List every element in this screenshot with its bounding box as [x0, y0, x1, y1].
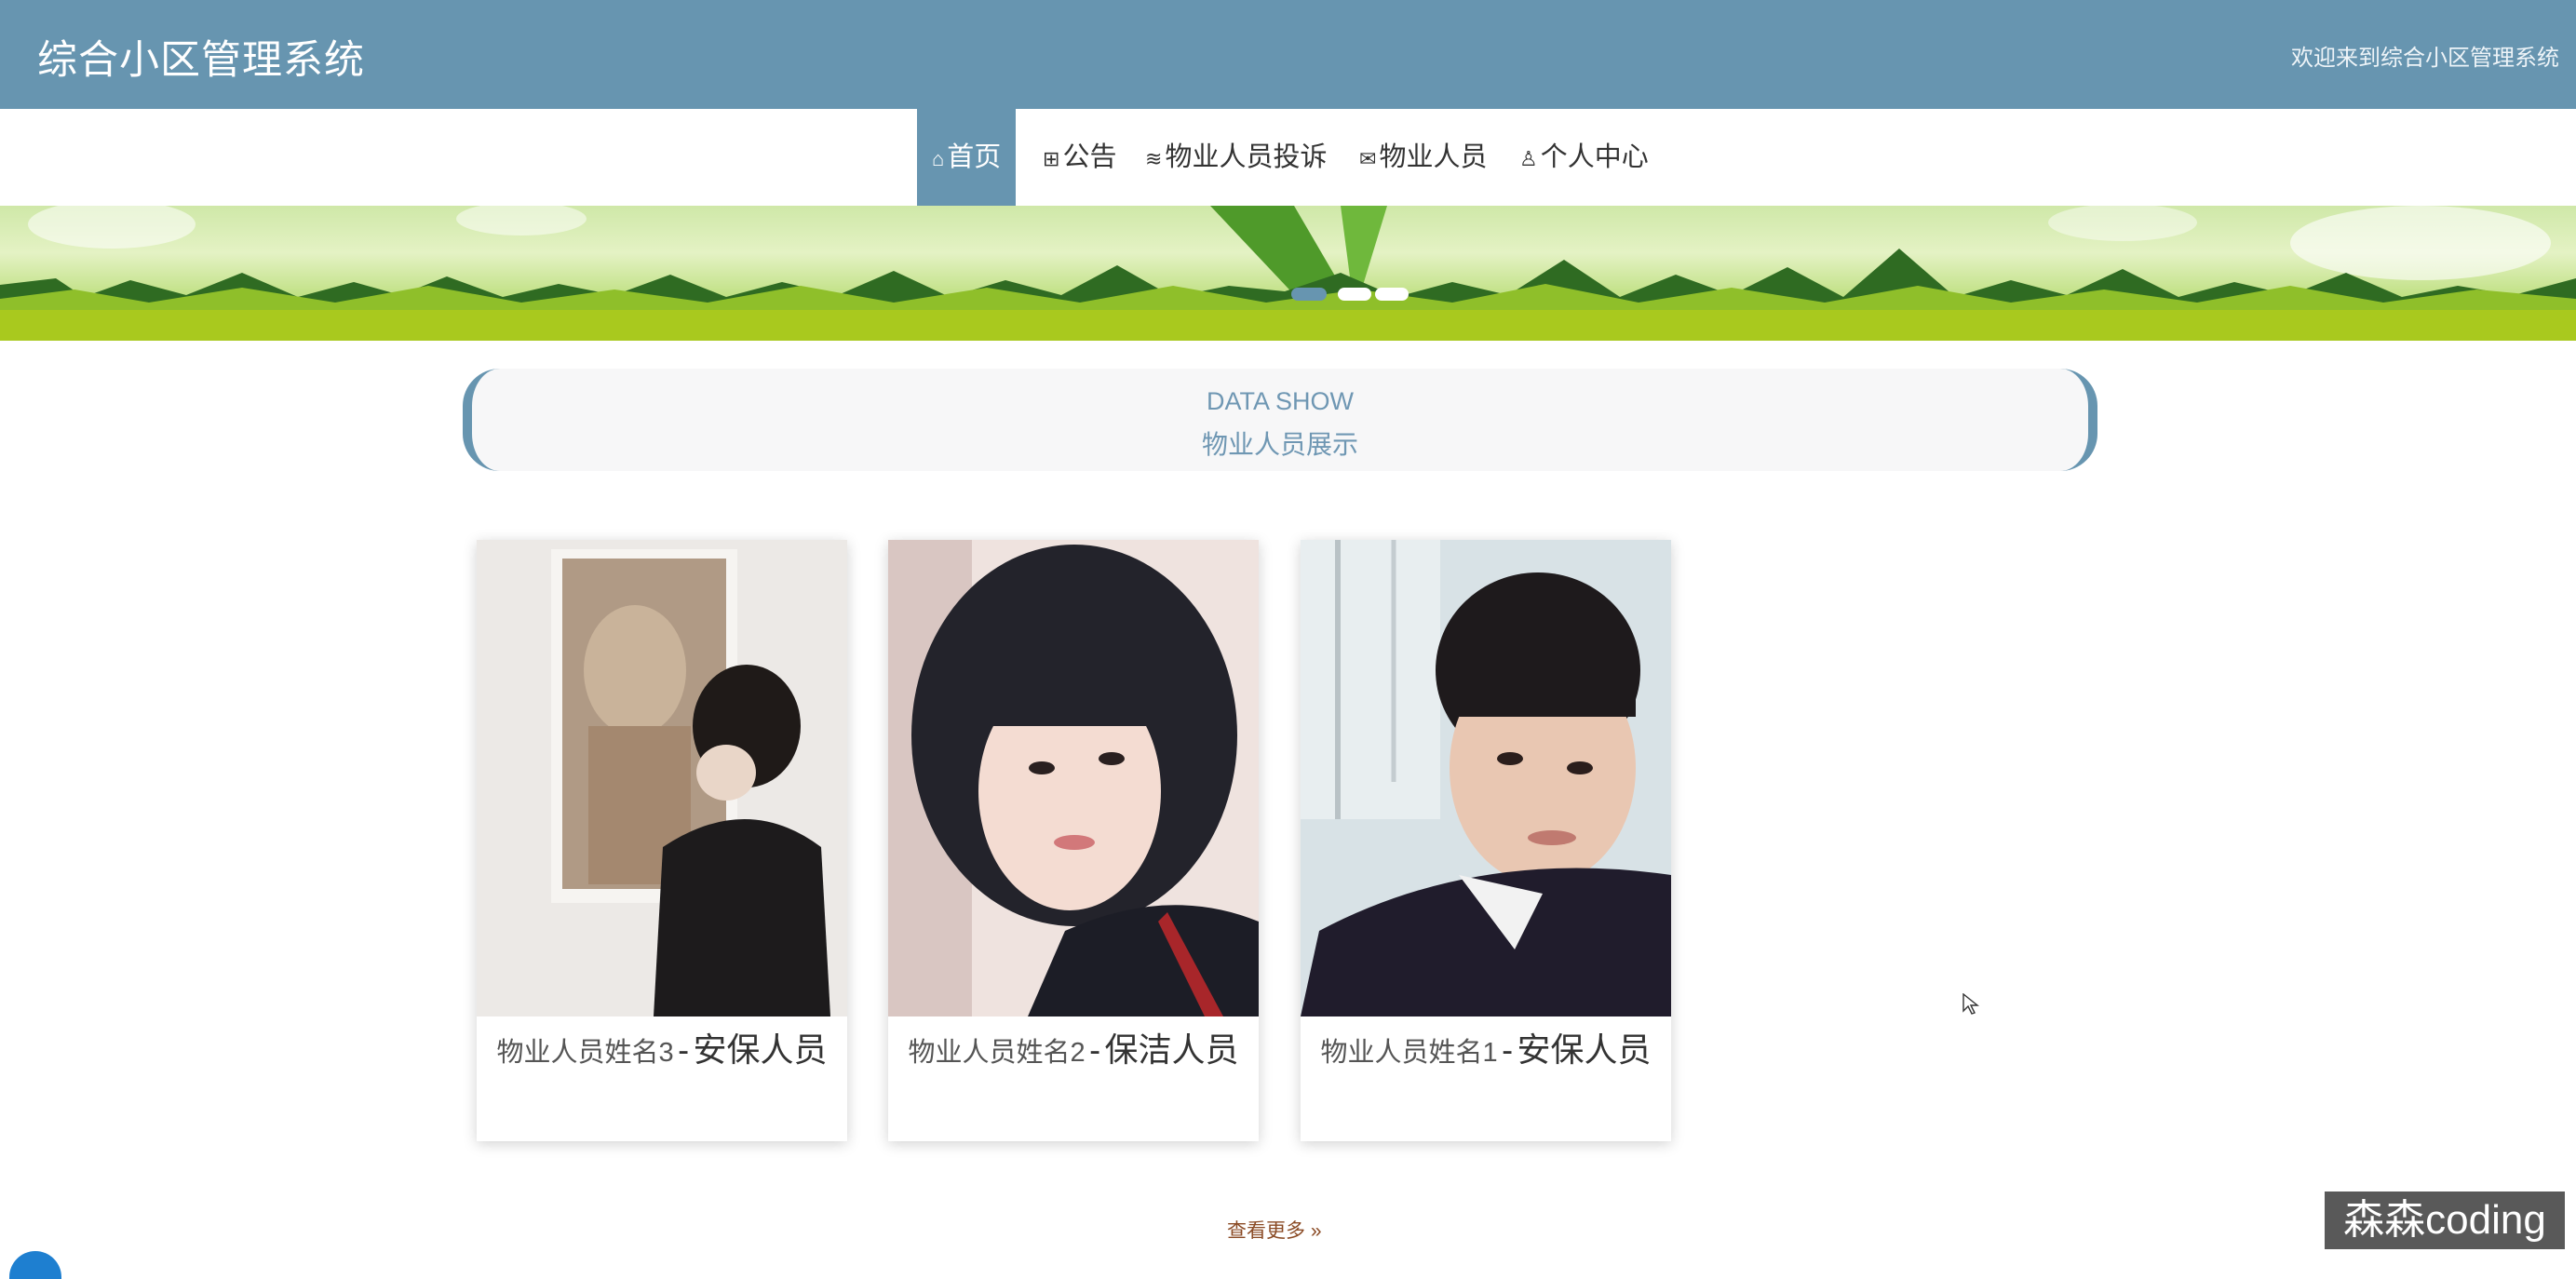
carousel-dot-1[interactable]	[1291, 288, 1327, 301]
staff-photo[interactable]	[888, 540, 1259, 1016]
staff-caption: 物业人员姓名1 - 安保人员	[1310, 1031, 1662, 1076]
carousel-dot-3[interactable]	[1375, 288, 1409, 301]
nav-item-complaints[interactable]: ≋ 物业人员投诉	[1145, 109, 1327, 206]
section-header: DATA SHOW 物业人员展示	[463, 369, 2097, 471]
welcome-text: 欢迎来到综合小区管理系统	[2291, 46, 2559, 71]
nav-item-staff[interactable]: ✉ 物业人员	[1359, 109, 1487, 206]
staff-photo[interactable]	[1301, 540, 1671, 1016]
staff-role: 保洁人员	[1104, 1030, 1239, 1069]
corner-widget[interactable]	[9, 1251, 61, 1279]
nav-item-home[interactable]: ⌂ 首页	[917, 109, 1017, 206]
double-chevron-right-icon: »	[1310, 1220, 1322, 1242]
staff-card[interactable]: 物业人员姓名3 - 安保人员	[477, 540, 847, 1141]
section-title-cn: 物业人员展示	[1201, 430, 1358, 459]
staff-card[interactable]: 物业人员姓名2 - 保洁人员	[888, 540, 1259, 1141]
watermark: 森森coding	[2325, 1191, 2565, 1249]
mail-icon: ✉	[1359, 147, 1377, 170]
nav-item-label: 物业人员	[1379, 142, 1488, 172]
grass-illustration	[0, 206, 2576, 341]
nav-item-announcements[interactable]: ⊞ 公告	[1043, 109, 1116, 206]
nav-item-label: 公告	[1062, 142, 1117, 172]
mouse-cursor-icon	[1962, 993, 1979, 1015]
main-navigation: ⌂ 首页 ⊞ 公告 ≋ 物业人员投诉 ✉ 物业人员 ♙ 个人中心	[0, 109, 2576, 206]
book-icon: ≋	[1145, 147, 1163, 170]
caption-separator: -	[678, 1030, 690, 1069]
staff-name: 物业人员姓名1	[1320, 1038, 1498, 1068]
staff-role: 安保人员	[693, 1030, 828, 1069]
home-icon: ⌂	[932, 147, 945, 170]
banner-carousel[interactable]	[0, 206, 2576, 341]
staff-caption: 物业人员姓名3 - 安保人员	[486, 1031, 838, 1076]
carousel-dot-2[interactable]	[1338, 288, 1371, 301]
caption-separator: -	[1502, 1030, 1514, 1069]
staff-caption: 物业人员姓名2 - 保洁人员	[897, 1031, 1249, 1076]
staff-photo[interactable]	[477, 540, 847, 1016]
nav-item-label: 个人中心	[1540, 142, 1649, 172]
top-header-bar: 综合小区管理系统 欢迎来到综合小区管理系统	[0, 0, 2576, 109]
site-title: 综合小区管理系统	[37, 38, 365, 83]
nav-item-label: 物业人员投诉	[1165, 142, 1328, 172]
nav-item-label: 首页	[947, 142, 1002, 172]
caption-separator: -	[1089, 1030, 1101, 1069]
gift-icon: ⊞	[1043, 147, 1060, 170]
staff-card[interactable]: 物业人员姓名1 - 安保人员	[1301, 540, 1671, 1141]
staff-name: 物业人员姓名3	[496, 1038, 674, 1068]
section-title-en: DATA SHOW	[1206, 387, 1354, 415]
view-more-link[interactable]: 查看更多 »	[1227, 1216, 1322, 1244]
staff-name: 物业人员姓名2	[908, 1038, 1086, 1068]
view-more-label: 查看更多	[1227, 1220, 1305, 1242]
nav-item-profile[interactable]: ♙ 个人中心	[1519, 109, 1649, 206]
user-icon: ♙	[1519, 147, 1538, 170]
staff-role: 安保人员	[1517, 1030, 1652, 1069]
